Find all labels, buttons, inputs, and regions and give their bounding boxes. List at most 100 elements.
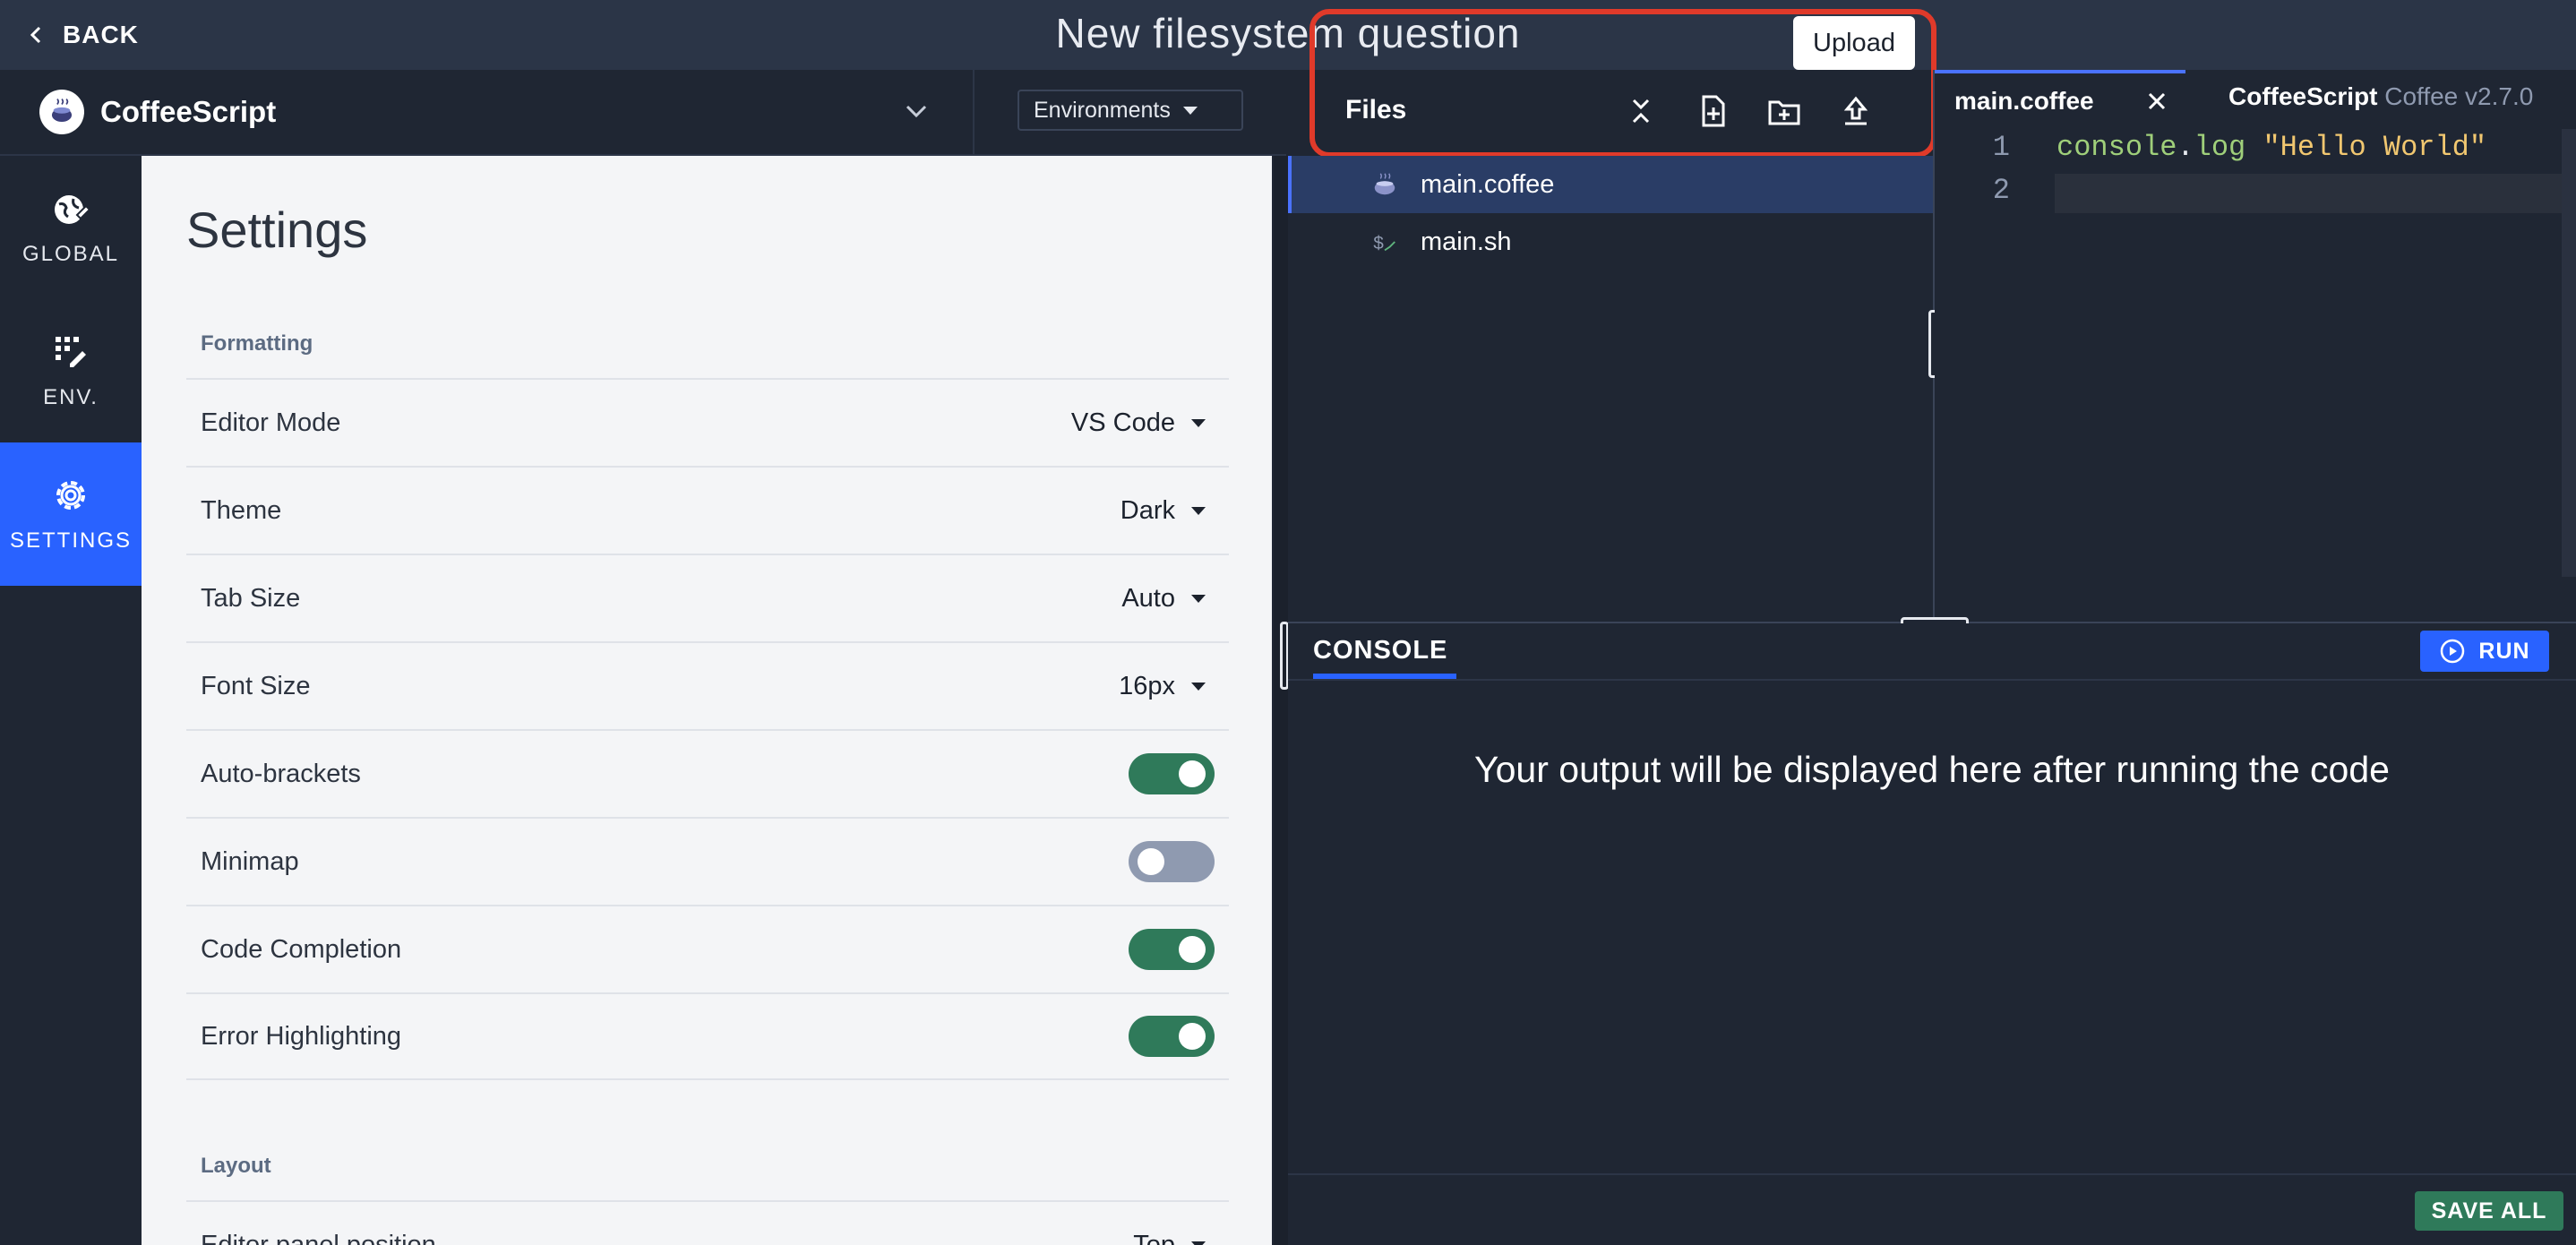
code-editor[interactable]: 1 2 console.log "Hello World" <box>1935 129 2576 622</box>
language-version: CoffeeScript Coffee v2.7.0 <box>2228 82 2533 111</box>
files-list: main.coffee $ main.sh <box>1288 156 1933 622</box>
save-all-button[interactable]: SAVE ALL <box>2415 1191 2563 1231</box>
chevron-down-icon[interactable] <box>900 95 932 127</box>
setting-font-size: Font Size 16px <box>186 641 1229 729</box>
setting-editor-panel-position: Editor panel position Top <box>186 1200 1229 1245</box>
console-header: CONSOLE RUN <box>1288 623 2576 681</box>
setting-label: Error Highlighting <box>201 1021 402 1051</box>
minimap-toggle[interactable] <box>1129 841 1215 882</box>
current-line-highlight <box>2055 174 2576 213</box>
code-token: console <box>2057 131 2177 164</box>
editor-mode-dropdown[interactable]: VS Code <box>1071 408 1206 438</box>
theme-dropdown[interactable]: Dark <box>1121 496 1206 526</box>
grid-edit-icon <box>56 337 86 367</box>
setting-auto-brackets: Auto-brackets <box>186 729 1229 817</box>
environments-dropdown[interactable]: Environments <box>1018 90 1243 131</box>
line-number: 1 <box>1992 131 2010 164</box>
setting-editor-mode: Editor Mode VS Code <box>186 378 1229 466</box>
file-item-main-coffee[interactable]: main.coffee <box>1288 156 1933 213</box>
line-number: 2 <box>1992 174 2010 207</box>
code-line: console.log "Hello World" <box>2057 131 2486 164</box>
upload-tooltip: Upload <box>1793 16 1915 70</box>
setting-label: Theme <box>201 495 282 525</box>
left-nav: GLOBAL ENV. SETTINGS <box>0 156 142 1245</box>
version-label: Coffee v2.7.0 <box>2384 82 2534 110</box>
caret-down-icon <box>1182 106 1198 115</box>
nav-label: SETTINGS <box>9 528 132 553</box>
setting-label: Auto-brackets <box>201 759 361 788</box>
globe-edit-icon <box>55 195 91 224</box>
nav-item-env[interactable]: ENV. <box>0 299 142 442</box>
close-icon[interactable] <box>2146 90 2168 112</box>
setting-label: Font Size <box>201 671 311 700</box>
settings-title: Settings <box>186 202 368 258</box>
dropdown-value: VS Code <box>1070 408 1175 437</box>
dropdown-value: Auto <box>1121 583 1175 613</box>
section-label-layout: Layout <box>201 1154 271 1178</box>
file-name: main.coffee <box>1421 169 1555 199</box>
console-panel: CONSOLE RUN Your output will be displaye… <box>1288 623 2576 1245</box>
panel-splitter[interactable] <box>1274 156 1288 1245</box>
language-selector[interactable]: CoffeeScript <box>39 90 276 134</box>
setting-label: Minimap <box>201 846 299 876</box>
play-circle-icon <box>2441 639 2465 664</box>
nav-label: ENV. <box>43 385 99 409</box>
environments-label: Environments <box>1034 97 1171 123</box>
dropdown-value: 16px <box>1119 671 1175 700</box>
tab-size-dropdown[interactable]: Auto <box>1121 584 1206 614</box>
code-completion-toggle[interactable] <box>1129 929 1215 970</box>
caret-down-icon <box>1191 418 1206 427</box>
toggle-knob <box>1179 760 1206 787</box>
setting-label: Editor Mode <box>201 408 341 437</box>
toggle-knob <box>1138 848 1164 875</box>
code-token: "Hello World" <box>2263 131 2487 164</box>
editor-scrollbar[interactable] <box>2562 129 2576 577</box>
code-token: log <box>2194 131 2246 164</box>
run-label: RUN <box>2478 638 2530 664</box>
code-token: . <box>2177 131 2194 164</box>
tab-console[interactable]: CONSOLE <box>1313 636 1447 665</box>
toggle-knob <box>1179 1023 1206 1050</box>
tab-main-coffee[interactable]: main.coffee <box>1935 70 2185 129</box>
font-size-dropdown[interactable]: 16px <box>1119 672 1206 701</box>
divider <box>1288 1173 2576 1175</box>
caret-down-icon <box>1191 1241 1206 1245</box>
gear-icon <box>56 481 85 510</box>
setting-minimap: Minimap <box>186 817 1229 905</box>
auto-brackets-toggle[interactable] <box>1129 753 1215 794</box>
console-placeholder-message: Your output will be displayed here after… <box>1474 749 2390 790</box>
top-bar: BACK New filesystem question <box>0 0 2576 70</box>
language-name: CoffeeScript <box>2228 82 2378 110</box>
setting-theme: Theme Dark <box>186 466 1229 554</box>
svg-text:$: $ <box>1373 235 1384 255</box>
setting-tab-size: Tab Size Auto <box>186 554 1229 641</box>
nav-item-settings[interactable]: SETTINGS <box>0 442 142 586</box>
caret-down-icon <box>1191 682 1206 691</box>
coffeescript-logo-icon <box>39 90 84 134</box>
caret-down-icon <box>1191 506 1206 515</box>
file-name: main.sh <box>1421 227 1512 256</box>
editor-panel-position-dropdown[interactable]: Top <box>1133 1231 1206 1245</box>
nav-item-global[interactable]: GLOBAL <box>0 156 142 299</box>
setting-error-highlighting: Error Highlighting <box>186 992 1229 1080</box>
nav-label: GLOBAL <box>21 242 120 266</box>
setting-label: Tab Size <box>201 583 301 613</box>
page-title: New filesystem question <box>1055 10 1521 56</box>
toggle-knob <box>1179 936 1206 963</box>
language-name: CoffeeScript <box>100 95 277 128</box>
editor-tab-bar: main.coffee CoffeeScript Coffee v2.7.0 <box>1935 70 2576 129</box>
divider <box>973 70 975 156</box>
error-highlighting-toggle[interactable] <box>1129 1016 1215 1057</box>
run-button[interactable]: RUN <box>2420 631 2549 672</box>
tab-label: main.coffee <box>1954 87 2094 115</box>
setting-label: Editor panel position <box>201 1230 436 1245</box>
file-item-main-sh[interactable]: $ main.sh <box>1288 213 1933 270</box>
dropdown-value: Top <box>1133 1230 1175 1245</box>
setting-label: Code Completion <box>201 934 402 964</box>
caret-down-icon <box>1191 594 1206 603</box>
coffee-icon <box>1370 170 1399 199</box>
shell-icon: $ <box>1370 228 1399 256</box>
dropdown-value: Dark <box>1120 495 1175 525</box>
settings-panel: Settings Formatting Editor Mode VS Code … <box>142 156 1272 1245</box>
section-label-formatting: Formatting <box>201 331 313 356</box>
